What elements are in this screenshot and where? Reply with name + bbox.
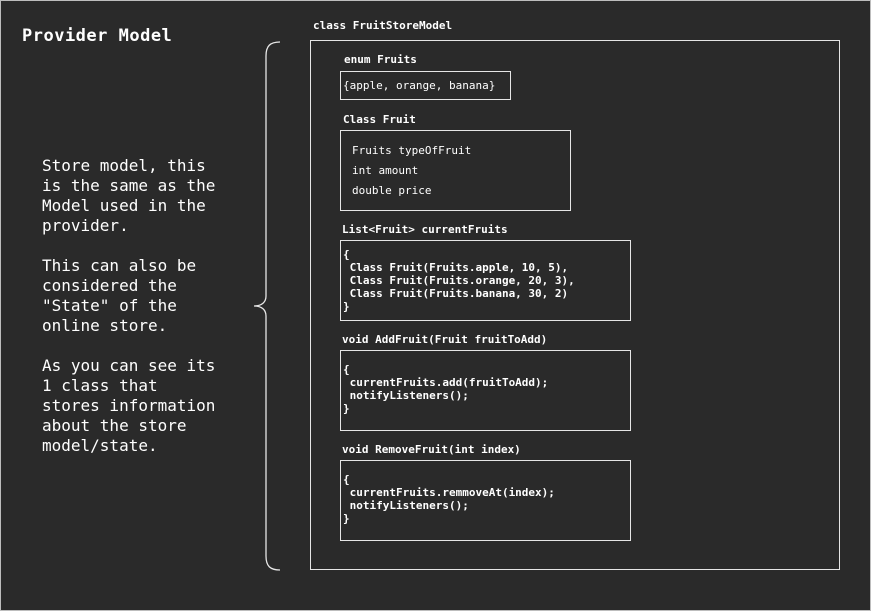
enum-fruits-values: {apple, orange, banana} (343, 79, 496, 92)
remove-fruit-code: { currentFruits.remmoveAt(index); notify… (343, 473, 555, 525)
enum-fruits-label: enum Fruits (344, 53, 417, 66)
class-fruit-label: Class Fruit (343, 113, 416, 126)
add-fruit-label: void AddFruit(Fruit fruitToAdd) (342, 333, 548, 346)
current-fruits-label: List<Fruit> currentFruits (342, 223, 508, 236)
description-text: Store model, this is the same as the Mod… (42, 156, 216, 455)
add-fruit-code: { currentFruits.add(fruitToAdd); notifyL… (343, 363, 549, 415)
class-fruit-field: Fruits typeOfFruit (352, 144, 472, 157)
page-title: Provider Model (22, 26, 173, 46)
remove-fruit-label: void RemoveFruit(int index) (342, 443, 521, 456)
curly-brace-icon (253, 41, 281, 571)
class-fruit-field: double price (352, 184, 432, 197)
class-title: class FruitStoreModel (313, 19, 453, 32)
current-fruits-code: { Class Fruit(Fruits.apple, 10, 5), Clas… (343, 248, 575, 313)
class-fruit-field: int amount (352, 164, 419, 177)
